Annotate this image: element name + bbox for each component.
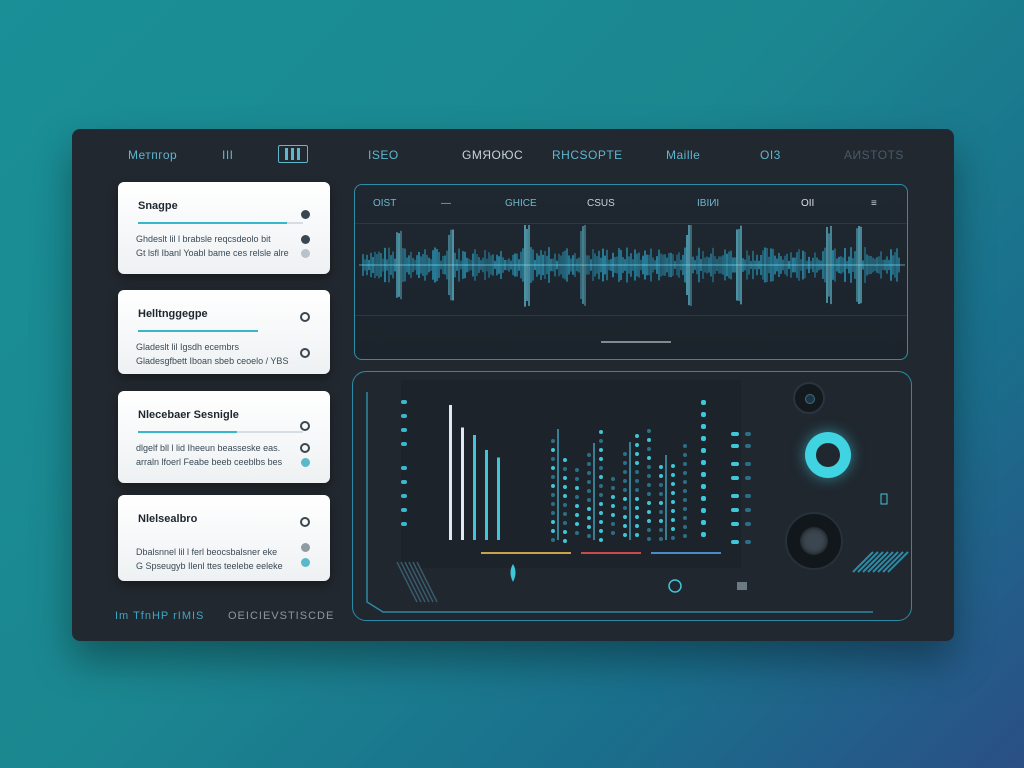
mixer-panel	[352, 371, 912, 621]
nav-item-4[interactable]: GMЯОЮC	[462, 148, 523, 162]
fader-0	[449, 405, 452, 540]
card-description: Dbalsnnel lil l ferl beocsbalsner eke	[136, 547, 278, 557]
settings-card-2[interactable]: Helltnggegpe Gladeslt lil Igsdh ecembrs …	[118, 290, 330, 374]
nav-item-3[interactable]: ISЕO	[368, 148, 399, 162]
nav-item-8[interactable]: AИSTOТS	[844, 148, 904, 162]
toggle-icon[interactable]	[301, 235, 310, 244]
wave-tab-4[interactable]: CSUS	[587, 198, 615, 209]
nav-item-5[interactable]: RHCSOPTE	[552, 148, 623, 162]
nav-item-6[interactable]: Maillе	[666, 148, 700, 162]
dial-icon[interactable]	[300, 421, 310, 431]
card-title: Helltnggegpe	[138, 308, 208, 320]
wave-tab-6[interactable]: OII	[801, 198, 814, 209]
card-description-2: Gladesgfbett Iboan sbeb ceoelo / YBS	[136, 356, 289, 366]
app-window: Mетпгор III ISЕO GMЯОЮC RHCSOPTE Maillе …	[72, 129, 954, 641]
card-description-2: Gt lsfl Ibanl Yoabl bame ces relsle alre	[136, 248, 289, 258]
card-description-2: G Spseugyb Ilenl ttes teelebe eeleke	[136, 561, 283, 571]
card-title: Nlecebaer Sesnigle	[138, 409, 239, 421]
settings-card-4[interactable]: Nlelsealbro Dbalsnnel lil l ferl beocsba…	[118, 495, 330, 581]
dot-icon[interactable]	[301, 558, 310, 567]
equalizer-icon[interactable]	[278, 145, 308, 163]
wave-tab-3[interactable]: GHIСE	[505, 198, 537, 209]
mixer-console	[401, 380, 741, 568]
fader-2	[473, 435, 476, 540]
gain-knob[interactable]	[785, 512, 843, 570]
card-description: dlgelf bll l lid Iheeun beasseske eas.	[136, 443, 281, 453]
card-title: Snagpe	[138, 200, 178, 212]
card-description: Ghdeslt lil l brabsle reqcsdeolo bit	[136, 234, 271, 244]
nav-item-7[interactable]: OI3	[760, 148, 781, 162]
card-title: Nlelsealbro	[138, 513, 198, 525]
dot-icon[interactable]	[301, 543, 310, 552]
small-knob[interactable]	[793, 382, 825, 414]
divider	[355, 315, 907, 316]
footer-info: OEICIEVSTISCDE	[228, 610, 335, 622]
wave-tab-1[interactable]: OIST	[373, 198, 396, 209]
card-slider[interactable]	[138, 431, 303, 433]
settings-card-1[interactable]: Snagpe Ghdeslt lil l brabsle reqcsdeolo …	[118, 182, 330, 274]
wave-tab-5[interactable]: IBIИI	[697, 198, 719, 209]
playhead-scrubber[interactable]	[601, 341, 671, 343]
menu-icon[interactable]: ≡	[871, 198, 877, 209]
card-description: Gladeslt lil Igsdh ecembrs	[136, 342, 240, 352]
waveform-toolbar: OIST — GHIСE CSUS IBIИI OII ≡	[355, 185, 907, 224]
dial-icon[interactable]	[300, 443, 310, 453]
settings-card-3[interactable]: Nlecebaer Sesnigle dlgelf bll l lid Ihee…	[118, 391, 330, 483]
spiral-icon[interactable]	[300, 312, 310, 322]
card-slider[interactable]	[138, 330, 258, 332]
card-description-2: arraln lfoerl Feabe beeb ceeblbs bes	[136, 457, 283, 467]
fader-bank[interactable]	[401, 380, 741, 568]
nav-item-monitor[interactable]: Mетпгор	[128, 148, 177, 162]
link-icon[interactable]	[300, 348, 310, 358]
dot-icon	[301, 249, 310, 258]
top-navigation: Mетпгор III ISЕO GMЯОЮC RHCSOPTE Maillе …	[72, 129, 954, 181]
fader-4	[497, 457, 500, 540]
nav-item-2[interactable]: III	[222, 148, 234, 162]
toggle-icon[interactable]	[301, 210, 310, 219]
fader-1	[461, 427, 464, 540]
fader-3	[485, 450, 488, 540]
main-volume-knob[interactable]	[805, 432, 851, 478]
dot-icon[interactable]	[300, 517, 310, 527]
dot-icon[interactable]	[301, 458, 310, 467]
footer-status: Im TfnHP rIMIS	[115, 610, 205, 622]
wave-tab-2[interactable]: —	[441, 198, 451, 209]
card-slider[interactable]	[138, 222, 303, 224]
waveform-panel: OIST — GHIСE CSUS IBIИI OII ≡	[354, 184, 908, 360]
audio-waveform[interactable]	[359, 225, 905, 315]
